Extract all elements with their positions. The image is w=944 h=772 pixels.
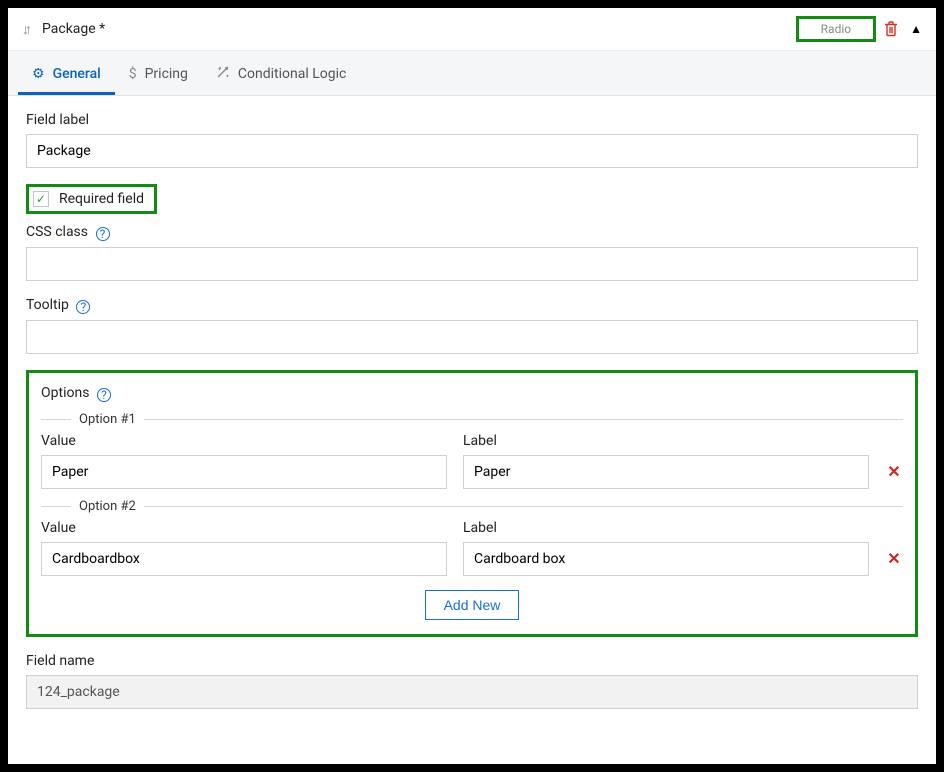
tab-general[interactable]: ⚙ General xyxy=(18,51,115,95)
css-class-label-text: CSS class xyxy=(26,224,88,240)
tab-pricing[interactable]: $ Pricing xyxy=(115,51,202,95)
option-1: Option #1 Value Label ✕ xyxy=(41,412,903,489)
option-label-label: Label xyxy=(463,520,869,536)
field-name-input xyxy=(26,675,918,709)
option-value-input[interactable] xyxy=(41,542,447,576)
tooltip-input[interactable] xyxy=(26,320,918,354)
option-label-input[interactable] xyxy=(463,455,869,489)
field-label-input[interactable] xyxy=(26,134,918,168)
option-label-label: Label xyxy=(463,433,869,449)
field-title: Package * xyxy=(42,21,105,37)
drag-handle-icon[interactable]: ↓↑ xyxy=(22,21,28,38)
field-type-badge: Radio xyxy=(796,16,876,42)
help-icon[interactable]: ? xyxy=(76,300,90,314)
tabs: ⚙ General $ Pricing Conditional Logic xyxy=(8,51,936,96)
wand-icon xyxy=(216,65,230,83)
option-value-label: Value xyxy=(41,520,447,536)
checkbox-icon: ✓ xyxy=(33,191,49,207)
option-legend: Option #2 xyxy=(71,499,144,514)
option-2: Option #2 Value Label ✕ xyxy=(41,499,903,576)
required-checkbox-row[interactable]: ✓ Required field xyxy=(26,184,157,214)
tab-conditional-logic[interactable]: Conditional Logic xyxy=(202,51,360,95)
option-legend: Option #1 xyxy=(71,412,144,427)
gear-icon: ⚙ xyxy=(32,66,45,82)
help-icon[interactable]: ? xyxy=(96,227,110,241)
trash-icon xyxy=(884,21,898,37)
field-header: ↓↑ Package * Radio ▲ xyxy=(8,8,936,51)
collapse-button[interactable]: ▲ xyxy=(910,22,922,36)
field-label-label: Field label xyxy=(26,112,918,128)
delete-field-button[interactable] xyxy=(884,21,898,37)
options-section: Options ? Option #1 Value Label xyxy=(26,370,918,637)
tooltip-label-text: Tooltip xyxy=(26,297,69,313)
tab-general-label: General xyxy=(53,66,101,82)
delete-option-button[interactable]: ✕ xyxy=(885,549,903,576)
dollar-icon: $ xyxy=(129,66,137,82)
css-class-input[interactable] xyxy=(26,247,918,281)
css-class-label: CSS class ? xyxy=(26,224,918,241)
option-value-label: Value xyxy=(41,433,447,449)
tooltip-label: Tooltip ? xyxy=(26,297,918,314)
add-new-option-button[interactable]: Add New xyxy=(425,590,520,620)
required-label: Required field xyxy=(59,191,144,207)
option-value-input[interactable] xyxy=(41,455,447,489)
delete-option-button[interactable]: ✕ xyxy=(885,462,903,489)
options-label-text: Options xyxy=(41,385,89,401)
tab-pricing-label: Pricing xyxy=(145,66,188,82)
tab-conditional-label: Conditional Logic xyxy=(238,66,346,82)
help-icon[interactable]: ? xyxy=(97,388,111,402)
options-label: Options ? xyxy=(41,385,903,402)
option-label-input[interactable] xyxy=(463,542,869,576)
field-name-label: Field name xyxy=(26,653,918,669)
